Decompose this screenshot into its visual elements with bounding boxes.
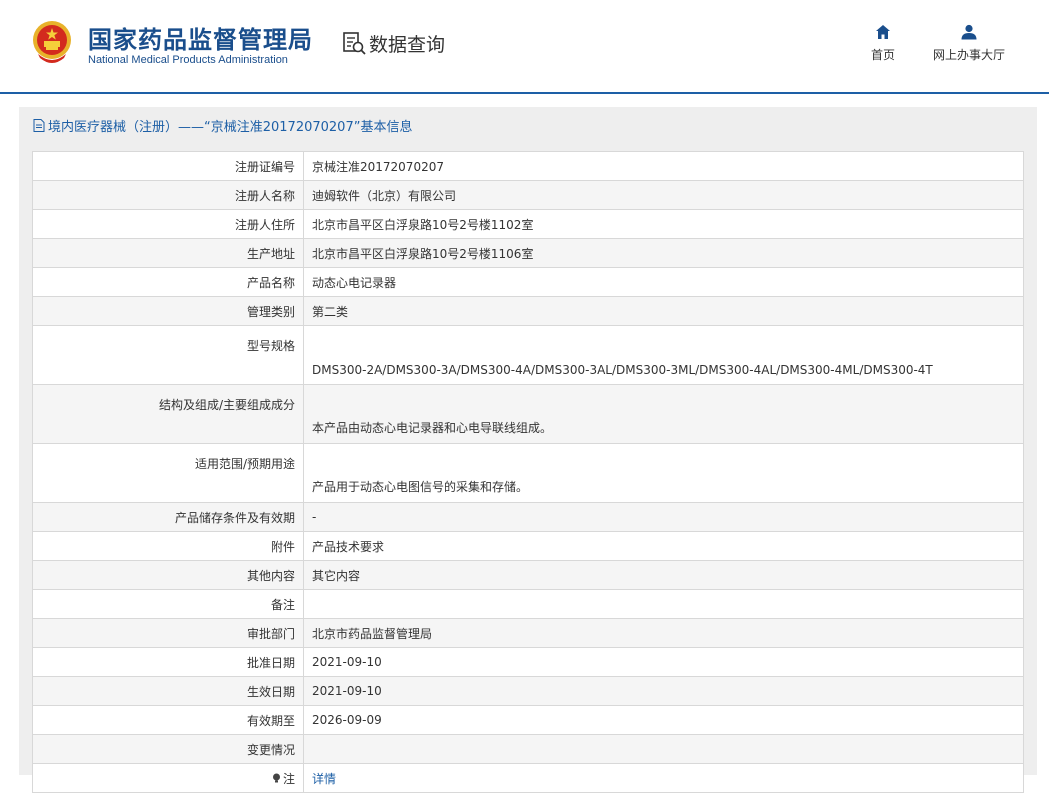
- table-row: 注册人住所 北京市昌平区白浮泉路10号2号楼1102室: [32, 209, 1024, 239]
- table-row: 产品名称 动态心电记录器: [32, 267, 1024, 297]
- table-row: 审批部门 北京市药品监督管理局: [32, 618, 1024, 648]
- org-name-cn: 国家药品监督管理局: [88, 26, 313, 54]
- nav-hall-label: 网上办事大厅: [932, 48, 1005, 62]
- user-icon: [961, 24, 977, 40]
- document-icon: [33, 119, 45, 132]
- table-row: 有效期至 2026-09-09: [32, 705, 1024, 735]
- row-label: 生效日期: [32, 676, 304, 706]
- row-label: 注册证编号: [32, 151, 304, 181]
- device-detail-table: 注册证编号 京械注准20172070207 注册人名称 迪姆软件（北京）有限公司…: [32, 151, 1024, 793]
- row-value: 北京市昌平区白浮泉路10号2号楼1102室: [303, 209, 1024, 239]
- row-label: 注册人住所: [32, 209, 304, 239]
- row-value: 详情: [303, 763, 1024, 793]
- table-row: 结构及组成/主要组成成分 本产品由动态心电记录器和心电导联线组成。: [32, 384, 1024, 444]
- panel-title-text: 境内医疗器械（注册）——“京械注准20172070207”基本信息: [48, 120, 413, 135]
- note-row-label: 注: [32, 763, 304, 793]
- row-value: [303, 589, 1024, 619]
- row-value: 京械注准20172070207: [303, 151, 1024, 181]
- table-row: 注册证编号 京械注准20172070207: [32, 151, 1024, 181]
- table-row: 其他内容 其它内容: [32, 560, 1024, 590]
- table-row: 备注: [32, 589, 1024, 619]
- table-row: 注 详情: [32, 763, 1024, 793]
- row-value: 北京市昌平区白浮泉路10号2号楼1106室: [303, 238, 1024, 268]
- table-row: 产品储存条件及有效期 -: [32, 502, 1024, 532]
- row-value: 2026-09-09: [303, 705, 1024, 735]
- row-value: 2021-09-10: [303, 676, 1024, 706]
- row-label: 适用范围/预期用途: [32, 443, 304, 503]
- row-label: 结构及组成/主要组成成分: [32, 384, 304, 444]
- table-row: 注册人名称 迪姆软件（北京）有限公司: [32, 180, 1024, 210]
- row-value: DMS300-2A/DMS300-3A/DMS300-4A/DMS300-3AL…: [303, 325, 1024, 385]
- row-value: -: [303, 502, 1024, 532]
- table-row: 生效日期 2021-09-10: [32, 676, 1024, 706]
- row-label: 管理类别: [32, 296, 304, 326]
- nav-home[interactable]: 首页: [866, 24, 900, 63]
- table-row: 型号规格 DMS300-2A/DMS300-3A/DMS300-4A/DMS30…: [32, 325, 1024, 385]
- row-label: 型号规格: [32, 325, 304, 385]
- row-value: 动态心电记录器: [303, 267, 1024, 297]
- row-value: 北京市药品监督管理局: [303, 618, 1024, 648]
- national-emblem-icon: [33, 21, 71, 63]
- panel-title: 境内医疗器械（注册）——“京械注准20172070207”基本信息: [33, 116, 412, 135]
- row-label: 注册人名称: [32, 180, 304, 210]
- nav-home-label: 首页: [870, 48, 895, 62]
- header-divider: [0, 92, 1049, 94]
- table-row: 批准日期 2021-09-10: [32, 647, 1024, 677]
- row-label: 批准日期: [32, 647, 304, 677]
- row-label: 备注: [32, 589, 304, 619]
- data-query-section: 数据查询: [341, 30, 445, 56]
- row-value: 迪姆软件（北京）有限公司: [303, 180, 1024, 210]
- row-value: 产品技术要求: [303, 531, 1024, 561]
- table-row: 管理类别 第二类: [32, 296, 1024, 326]
- row-value: 本产品由动态心电记录器和心电导联线组成。: [303, 384, 1024, 444]
- section-title: 数据查询: [369, 33, 446, 56]
- table-row: 适用范围/预期用途 产品用于动态心电图信号的采集和存储。: [32, 443, 1024, 503]
- note-label-text: 注: [282, 771, 295, 786]
- table-row: 附件 产品技术要求: [32, 531, 1024, 561]
- row-value: [303, 734, 1024, 764]
- row-label: 变更情况: [32, 734, 304, 764]
- row-value: 其它内容: [303, 560, 1024, 590]
- row-value: 2021-09-10: [303, 647, 1024, 677]
- table-row: 变更情况: [32, 734, 1024, 764]
- row-label: 审批部门: [32, 618, 304, 648]
- document-search-icon: [343, 32, 366, 55]
- table-row: 生产地址 北京市昌平区白浮泉路10号2号楼1106室: [32, 238, 1024, 268]
- row-value: 第二类: [303, 296, 1024, 326]
- nav-online-service-hall[interactable]: 网上办事大厅: [925, 24, 1013, 63]
- details-link[interactable]: 详情: [312, 772, 336, 786]
- row-label: 附件: [32, 531, 304, 561]
- row-value: 产品用于动态心电图信号的采集和存储。: [303, 443, 1024, 503]
- row-label: 产品名称: [32, 267, 304, 297]
- row-label: 有效期至: [32, 705, 304, 735]
- row-label: 其他内容: [32, 560, 304, 590]
- row-label: 生产地址: [32, 238, 304, 268]
- home-icon: [876, 25, 890, 39]
- row-label: 产品储存条件及有效期: [32, 502, 304, 532]
- org-name-en: National Medical Products Administration: [88, 54, 288, 66]
- site-header: 国家药品监督管理局 National Medical Products Admi…: [0, 0, 1049, 92]
